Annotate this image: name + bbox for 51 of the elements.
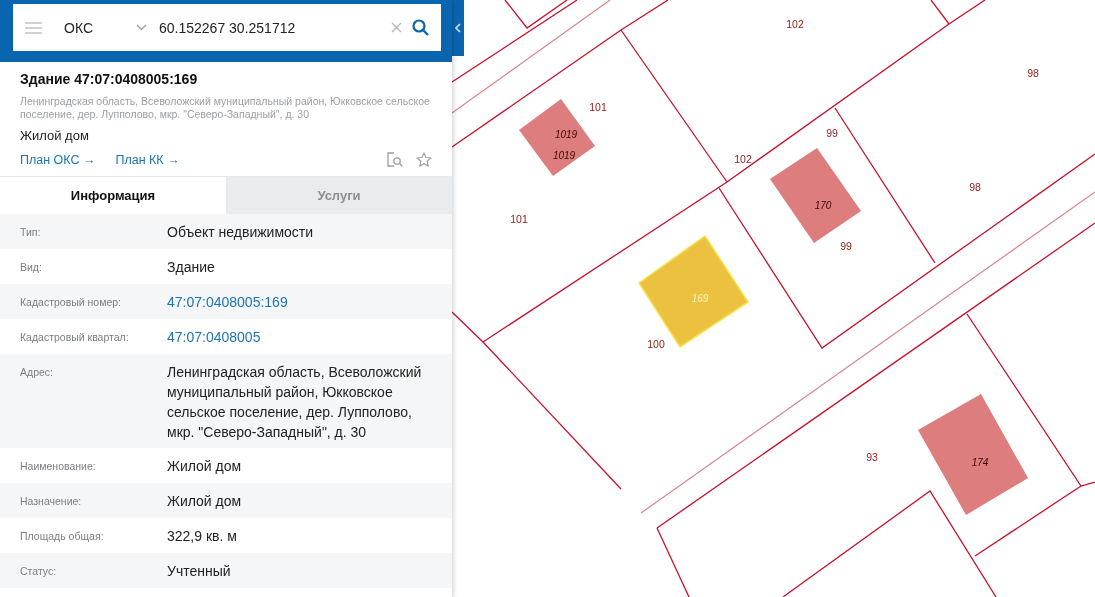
field-value: Ленинградская область, Всеволожский муниципальный район, Юкковское сельское поселение, дер. Лупполово, мкр. "Северо-Западный", д. 30 — [167, 363, 423, 442]
building-number: 169 — [691, 293, 709, 304]
field-value: 322,9 кв. м — [167, 527, 238, 546]
field-value: Учтенный — [167, 562, 232, 581]
chevron-left-icon — [455, 23, 461, 33]
document-search-icon[interactable] — [387, 152, 404, 167]
parcel-number: 99 — [826, 127, 838, 139]
field-value: Жилой дом — [167, 457, 243, 476]
caret-icon[interactable] — [136, 24, 147, 31]
search-field[interactable]: 60.152267 30.251712 — [159, 19, 391, 36]
parcel-number: 102 — [786, 18, 804, 30]
category-select[interactable]: ОКС — [64, 19, 136, 36]
field-label: Статус: — [20, 564, 58, 579]
field-label: Тип: — [20, 225, 42, 240]
plan-link[interactable]: План ОКС → — [20, 152, 96, 167]
building-number: 170 — [814, 200, 832, 211]
parcel-number: 93 — [866, 451, 878, 463]
field-link[interactable]: 47:07:0408005 — [167, 327, 275, 354]
building-number: 1019 — [554, 129, 578, 140]
parcel-number: 101 — [589, 101, 607, 113]
building-shape[interactable] — [918, 394, 1028, 515]
parcel-number: 98 — [1027, 67, 1039, 79]
menu-icon[interactable] — [25, 21, 42, 34]
field-label: Площадь общая: — [20, 529, 105, 544]
field-label: Назначение: — [20, 494, 83, 509]
building-shape[interactable] — [770, 148, 861, 243]
field-label: Кадастровый номер: — [20, 295, 123, 310]
parcel-number: 102 — [734, 153, 752, 165]
parcel-number: 100 — [647, 338, 665, 350]
object-title: Здание 47:07:0408005:169 — [20, 71, 199, 87]
clear-icon[interactable] — [391, 22, 402, 33]
parcel-number: 98 — [969, 181, 981, 193]
field-label: Адрес: — [20, 365, 54, 380]
field-value: Здание — [167, 258, 216, 277]
parcel-number: 101 — [510, 213, 528, 225]
tab[interactable]: Услуги — [226, 177, 452, 214]
field-label: Вид: — [20, 260, 43, 275]
field-label: Кадастровый квартал: — [20, 330, 130, 345]
plan-link[interactable]: План КК → — [115, 152, 180, 167]
building-number: 174 — [971, 457, 989, 468]
object-purpose: Жилой дом — [20, 128, 90, 143]
search-icon[interactable] — [412, 19, 429, 36]
parcel-number: 99 — [840, 240, 852, 252]
field-value: Объект недвижимости — [167, 223, 315, 242]
field-link[interactable]: 47:07:0408005:169 — [167, 292, 302, 319]
field-value: Жилой дом — [167, 492, 243, 511]
star-icon[interactable] — [416, 152, 432, 167]
collapse-button[interactable] — [452, 0, 464, 56]
building-number: 1019 — [552, 150, 576, 161]
object-address: Ленинградская область, Всеволожский муниципальный район, Юкковское сельское поселение, дер. Лупполово, мкр. "Северо-Западный", д. 30 — [20, 95, 431, 121]
field-label: Наименование: — [20, 459, 97, 474]
